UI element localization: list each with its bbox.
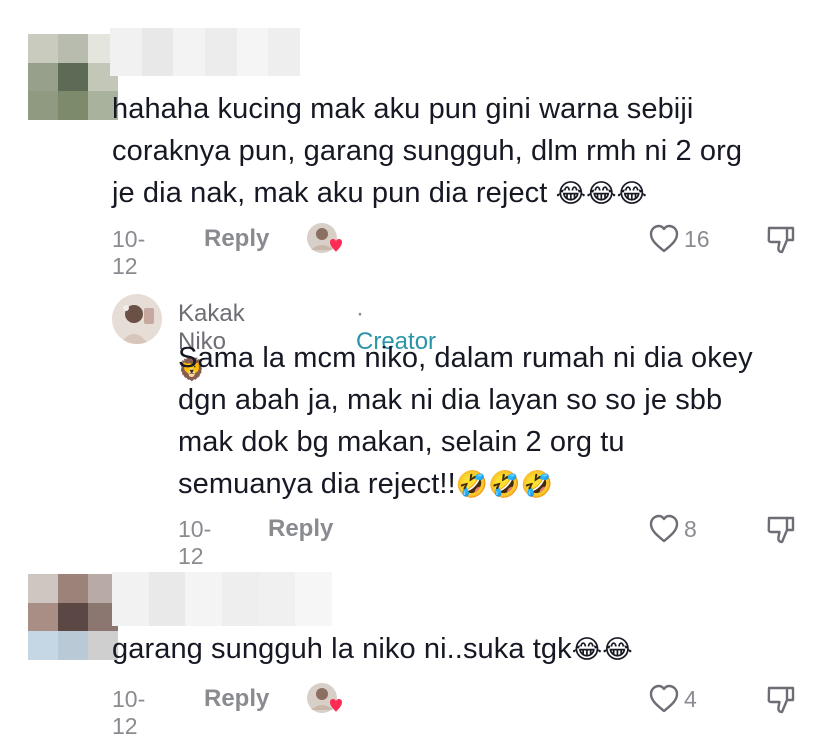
avatar-pixel xyxy=(28,574,58,603)
avatar-pixel xyxy=(185,572,222,626)
dislike-icon[interactable] xyxy=(765,684,797,716)
comment-text: Sama la mcm niko, dalam rumah ni dia oke… xyxy=(178,342,753,500)
dislike-icon[interactable] xyxy=(765,514,797,546)
avatar-pixel xyxy=(28,631,58,660)
emoji-laughing: 😂😂😂 xyxy=(555,178,648,208)
avatar-pixel xyxy=(58,62,88,92)
reply-button[interactable]: Reply xyxy=(204,225,269,253)
avatar-pixel xyxy=(28,602,58,632)
avatar-pixel xyxy=(236,28,269,76)
avatar-pixel xyxy=(148,572,186,626)
avatar-pixel xyxy=(268,28,300,76)
like-count: 4 xyxy=(684,686,697,712)
avatar-pixel xyxy=(28,34,58,63)
heart-icon[interactable] xyxy=(648,224,680,254)
comment-date: 10-12 xyxy=(178,516,212,569)
creator-liked-avatar-icon xyxy=(306,682,346,716)
avatar-pixel xyxy=(258,572,296,626)
avatar-pixel xyxy=(221,572,259,626)
avatar-pixel xyxy=(58,91,88,120)
avatar-pixel xyxy=(58,602,88,632)
comment-text: hahaha kucing mak aku pun gini warna seb… xyxy=(112,93,743,209)
avatar-pixel xyxy=(173,28,205,76)
username-blurred[interactable] xyxy=(110,28,300,76)
emoji-rofl: 🤣🤣🤣 xyxy=(455,469,554,499)
heart-icon[interactable] xyxy=(648,514,680,544)
avatar-pixel xyxy=(112,572,149,626)
avatar-pixel xyxy=(110,28,142,76)
avatar-pixel xyxy=(204,28,237,76)
avatar-pixel xyxy=(58,574,88,603)
like-count: 8 xyxy=(684,516,697,542)
comment-text: garang sungguh la niko ni..suka tgk😂😂 xyxy=(112,633,633,665)
avatar-pixel xyxy=(295,572,332,626)
like-count: 16 xyxy=(684,226,710,252)
avatar[interactable] xyxy=(28,574,118,660)
heart-icon[interactable] xyxy=(648,684,680,714)
emoji-laughing: 😂😂 xyxy=(571,634,633,664)
avatar[interactable] xyxy=(112,294,162,344)
avatar-pixel xyxy=(58,631,88,660)
avatar-pixel xyxy=(58,34,88,63)
avatar-pixel xyxy=(141,28,174,76)
dislike-icon[interactable] xyxy=(765,224,797,256)
avatar-pixel xyxy=(28,62,58,92)
reply-button[interactable]: Reply xyxy=(204,685,269,713)
avatar[interactable] xyxy=(28,34,118,120)
avatar-pixel xyxy=(28,91,58,120)
username-blurred[interactable] xyxy=(112,572,332,626)
comment-date: 10-12 xyxy=(112,226,146,279)
creator-liked-avatar-icon xyxy=(306,222,346,256)
reply-button[interactable]: Reply xyxy=(268,515,333,543)
comment-date: 10-12 xyxy=(112,686,146,739)
